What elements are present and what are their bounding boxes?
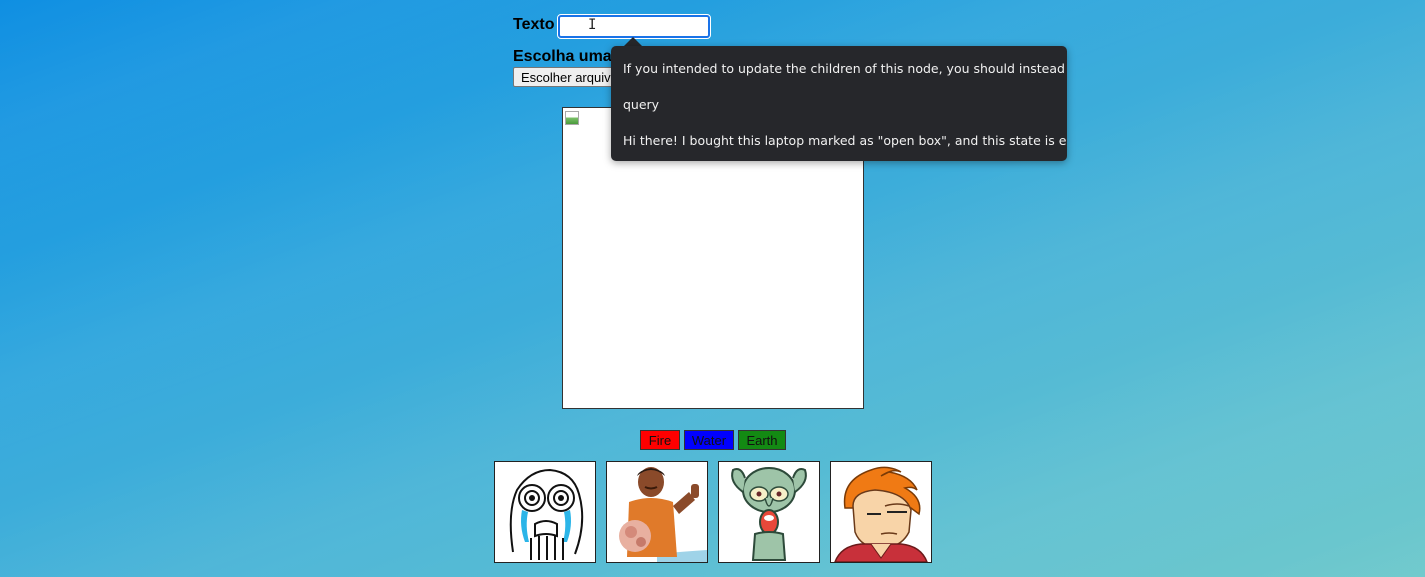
- thumbnail-thumbs-up-man[interactable]: [606, 461, 708, 563]
- tooltip-arrow: [624, 37, 642, 46]
- text-label: Texto: [513, 16, 555, 33]
- fire-button[interactable]: Fire: [640, 430, 680, 450]
- tooltip-line[interactable]: If you intended to update the children o…: [623, 61, 1065, 76]
- tooltip-line[interactable]: Hi there! I bought this laptop marked as…: [623, 133, 1066, 148]
- broken-image-icon: [565, 111, 579, 125]
- text-input[interactable]: [557, 14, 711, 39]
- text-cursor-icon: I: [588, 17, 597, 33]
- thumbs-up-man-icon: [607, 462, 707, 562]
- squidward-screaming-icon: [731, 467, 807, 561]
- earth-button[interactable]: Earth: [738, 430, 786, 450]
- autocomplete-tooltip: If you intended to update the children o…: [611, 46, 1067, 161]
- thumbnail-fry[interactable]: [830, 461, 932, 563]
- thumbnail-crying-face[interactable]: [494, 461, 596, 563]
- thumbnail-squidward[interactable]: [718, 461, 820, 563]
- tooltip-line[interactable]: query: [623, 97, 659, 112]
- crying-rage-face-icon: [509, 468, 584, 560]
- water-button[interactable]: Water: [684, 430, 734, 450]
- fry-squinting-icon: [834, 466, 928, 562]
